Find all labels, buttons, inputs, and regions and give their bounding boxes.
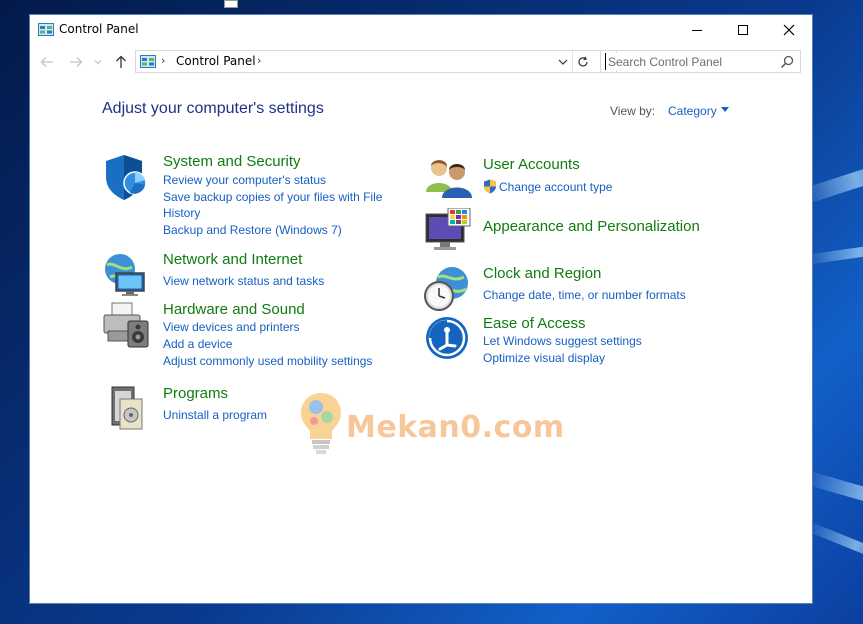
close-icon [783, 24, 795, 35]
maximize-button[interactable] [720, 15, 766, 44]
link-file-history[interactable]: Save backup copies of your files with Fi… [163, 189, 393, 221]
navigation-bar: › Control Panel › [30, 50, 812, 74]
link-network-status[interactable]: View network status and tasks [163, 273, 324, 289]
category-title-ease-of-access[interactable]: Ease of Access [483, 315, 586, 332]
link-date-time-formats[interactable]: Change date, time, or number formats [483, 287, 686, 303]
link-backup-restore[interactable]: Backup and Restore (Windows 7) [163, 222, 342, 238]
window-title: Control Panel [59, 22, 139, 36]
minimize-button[interactable] [674, 15, 720, 44]
network-globe-icon[interactable] [102, 251, 150, 299]
category-title-clock-and-region[interactable]: Clock and Region [483, 265, 601, 282]
link-uninstall-program[interactable]: Uninstall a program [163, 407, 267, 423]
link-windows-suggest-settings[interactable]: Let Windows suggest settings [483, 333, 642, 349]
clock-globe-icon[interactable] [424, 265, 472, 313]
address-history-button[interactable] [555, 51, 571, 72]
link-review-status[interactable]: Review your computer's status [163, 172, 326, 188]
forward-button[interactable] [67, 53, 85, 71]
chevron-down-icon [94, 60, 102, 65]
category-title-programs[interactable]: Programs [163, 385, 228, 402]
breadcrumb-separator-icon[interactable]: › [257, 54, 261, 67]
caret-down-icon[interactable] [721, 107, 729, 112]
title-bar[interactable]: Control Panel [30, 15, 812, 46]
link-add-device[interactable]: Add a device [163, 336, 232, 352]
link-devices-printers[interactable]: View devices and printers [163, 319, 300, 335]
monitor-palette-icon[interactable] [424, 208, 472, 256]
control-panel-icon [38, 23, 54, 36]
address-bar[interactable]: › Control Panel › [135, 50, 617, 73]
breadcrumb-control-panel[interactable]: Control Panel [176, 54, 256, 68]
view-by-label: View by: [610, 104, 656, 118]
up-arrow-icon [116, 55, 126, 68]
desktop-shortcut-icon[interactable] [224, 0, 238, 8]
link-mobility-settings[interactable]: Adjust commonly used mobility settings [163, 353, 372, 369]
category-title-user-accounts[interactable]: User Accounts [483, 156, 580, 173]
up-button[interactable] [112, 53, 130, 71]
search-input[interactable] [605, 53, 775, 70]
category-title-appearance-and-personalization[interactable]: Appearance and Personalization [483, 218, 700, 235]
category-title-system-and-security[interactable]: System and Security [163, 153, 301, 170]
search-icon[interactable] [779, 54, 795, 70]
page-title: Adjust your computer's settings [102, 100, 324, 117]
link-change-account-type[interactable]: Change account type [499, 179, 612, 195]
back-button[interactable] [38, 53, 56, 71]
uac-shield-icon [484, 179, 496, 194]
printer-icon[interactable] [102, 301, 150, 349]
control-panel-icon [140, 55, 156, 68]
recent-locations-button[interactable] [92, 53, 104, 71]
maximize-icon [738, 24, 748, 35]
link-optimize-visual-display[interactable]: Optimize visual display [483, 350, 605, 366]
forward-arrow-icon [70, 57, 83, 67]
chevron-down-icon [558, 59, 568, 65]
programs-icon[interactable] [102, 385, 150, 433]
shield-icon[interactable] [102, 153, 150, 201]
watermark: Mekan0.com [296, 387, 596, 457]
refresh-icon [577, 56, 588, 66]
breadcrumb-separator-icon[interactable]: › [161, 54, 165, 67]
back-arrow-icon [40, 57, 53, 67]
control-panel-window: Control Panel › Control Panel › Search C… [29, 14, 813, 604]
users-icon[interactable] [424, 156, 472, 204]
category-title-hardware-and-sound[interactable]: Hardware and Sound [163, 301, 305, 318]
refresh-button[interactable] [572, 51, 592, 72]
search-box[interactable] [600, 50, 801, 73]
category-title-network-and-internet[interactable]: Network and Internet [163, 251, 302, 268]
lightbulb-gears-icon [301, 393, 341, 454]
close-button[interactable] [766, 15, 812, 44]
minimize-icon [692, 29, 702, 31]
ease-of-access-icon[interactable] [424, 315, 472, 363]
watermark-text: Mekan0.com [346, 410, 565, 445]
view-by-dropdown[interactable]: Category [668, 104, 717, 118]
